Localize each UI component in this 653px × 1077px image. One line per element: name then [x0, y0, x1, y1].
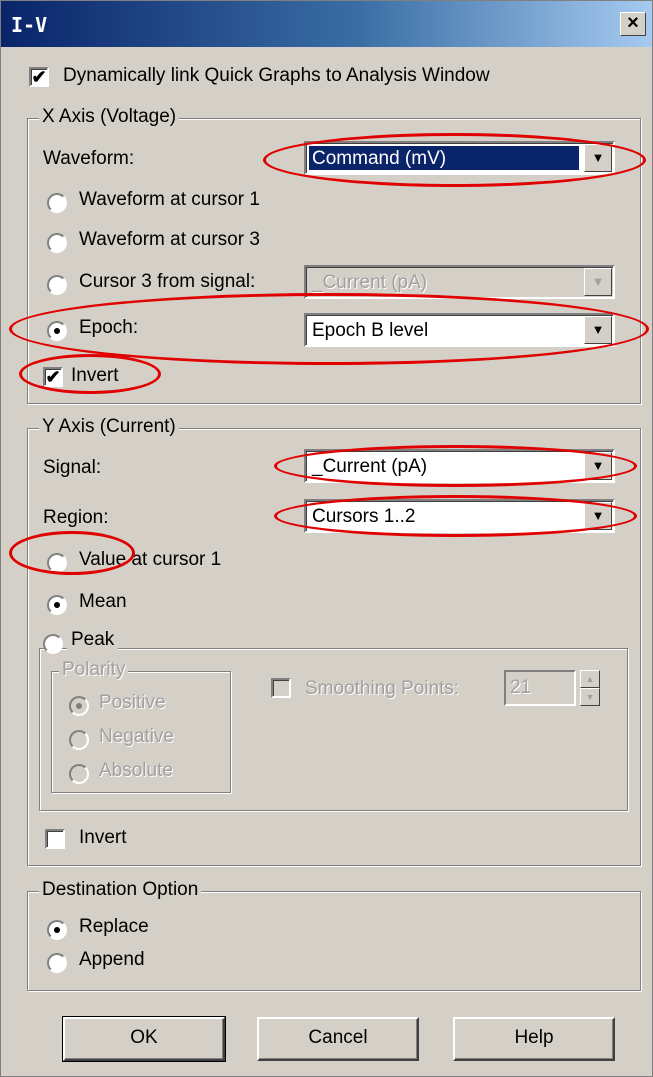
y-invert-checkbox[interactable] — [45, 829, 65, 849]
ok-button[interactable]: OK — [62, 1016, 226, 1062]
smoothing-points-input: 21 — [504, 670, 576, 706]
title-bar[interactable]: I-V × — [1, 1, 652, 47]
radio-dot-icon — [54, 927, 60, 933]
destination-group — [27, 891, 641, 991]
chevron-down-icon: ▼ — [584, 268, 612, 296]
smoothing-label: Smoothing Points: — [305, 678, 460, 699]
radio-absolute-label: Absolute — [99, 760, 173, 781]
y-signal-select[interactable]: _Current (pA) ▼ — [304, 449, 615, 483]
x-invert-checkbox[interactable]: ✔ — [43, 367, 63, 387]
radio-waveform-cursor1-label: Waveform at cursor 1 — [79, 189, 260, 210]
x-axis-legend: X Axis (Voltage) — [39, 106, 180, 128]
dialog-title: I-V — [11, 13, 48, 37]
radio-waveform-cursor1[interactable] — [47, 193, 67, 213]
radio-negative-label: Negative — [99, 726, 174, 747]
radio-waveform-cursor3[interactable] — [47, 233, 67, 253]
radio-positive-label: Positive — [99, 692, 166, 713]
radio-peak-label: Peak — [67, 629, 119, 651]
help-button[interactable]: Help — [453, 1017, 615, 1061]
link-quick-graphs-label: Dynamically link Quick Graphs to Analysi… — [63, 65, 490, 86]
close-button[interactable]: × — [620, 12, 646, 36]
polarity-legend: Polarity — [59, 659, 129, 681]
signal-label: Signal: — [43, 457, 102, 478]
signal-select-disabled: _Current (pA) ▼ — [304, 265, 615, 299]
smoothing-spinner: ▲ ▼ — [580, 670, 600, 706]
close-icon: × — [627, 12, 639, 34]
waveform-selection: Command (mV) — [308, 145, 580, 171]
radio-dot-icon — [54, 328, 60, 334]
signal-select-value: _Current (pA) — [312, 272, 428, 293]
radio-replace[interactable] — [47, 920, 67, 940]
radio-mean[interactable] — [47, 595, 67, 615]
radio-append-label: Append — [79, 949, 145, 970]
chevron-down-icon[interactable]: ▼ — [584, 316, 612, 344]
destination-legend: Destination Option — [39, 879, 202, 901]
chevron-up-icon: ▲ — [580, 670, 600, 688]
radio-waveform-cursor3-label: Waveform at cursor 3 — [79, 229, 260, 250]
radio-peak[interactable] — [43, 634, 63, 654]
y-invert-label: Invert — [79, 827, 127, 848]
waveform-label: Waveform: — [43, 148, 135, 169]
chevron-down-icon[interactable]: ▼ — [584, 144, 612, 172]
x-invert-label: Invert — [71, 365, 119, 386]
radio-epoch[interactable] — [47, 321, 67, 341]
region-label: Region: — [43, 507, 109, 528]
radio-negative — [69, 730, 89, 750]
radio-replace-label: Replace — [79, 916, 149, 937]
region-select[interactable]: Cursors 1..2 ▼ — [304, 499, 615, 533]
waveform-select[interactable]: Command (mV) ▼ — [304, 141, 615, 175]
link-quick-graphs-checkbox[interactable]: ✔ — [29, 67, 49, 87]
check-icon: ✔ — [31, 67, 47, 87]
radio-mean-label: Mean — [79, 591, 127, 612]
smoothing-checkbox — [271, 678, 291, 698]
epoch-value: Epoch B level — [312, 320, 429, 341]
y-axis-legend: Y Axis (Current) — [39, 416, 179, 438]
radio-dot-icon — [54, 602, 60, 608]
waveform-value: Command (mV) — [312, 148, 447, 169]
smoothing-points-value: 21 — [510, 677, 532, 698]
radio-dot-icon — [76, 703, 82, 709]
radio-positive — [69, 696, 89, 716]
radio-absolute — [69, 764, 89, 784]
chevron-down-icon: ▼ — [580, 688, 600, 706]
radio-value-at-cursor[interactable] — [47, 553, 67, 573]
cancel-button[interactable]: Cancel — [257, 1017, 419, 1061]
radio-epoch-label: Epoch: — [79, 317, 139, 338]
radio-append[interactable] — [47, 953, 67, 973]
radio-cursor3-from-signal-label: Cursor 3 from signal: — [79, 271, 256, 292]
region-value: Cursors 1..2 — [312, 506, 416, 527]
chevron-down-icon[interactable]: ▼ — [584, 452, 612, 480]
y-signal-value: _Current (pA) — [312, 456, 428, 477]
radio-cursor3-from-signal[interactable] — [47, 275, 67, 295]
iv-dialog: I-V × ✔ Dynamically link Quick Graphs to… — [0, 0, 653, 1077]
chevron-down-icon[interactable]: ▼ — [584, 502, 612, 530]
epoch-select[interactable]: Epoch B level ▼ — [304, 313, 615, 347]
check-icon: ✔ — [45, 367, 61, 387]
radio-value-at-cursor-label: Value at cursor 1 — [79, 549, 222, 570]
